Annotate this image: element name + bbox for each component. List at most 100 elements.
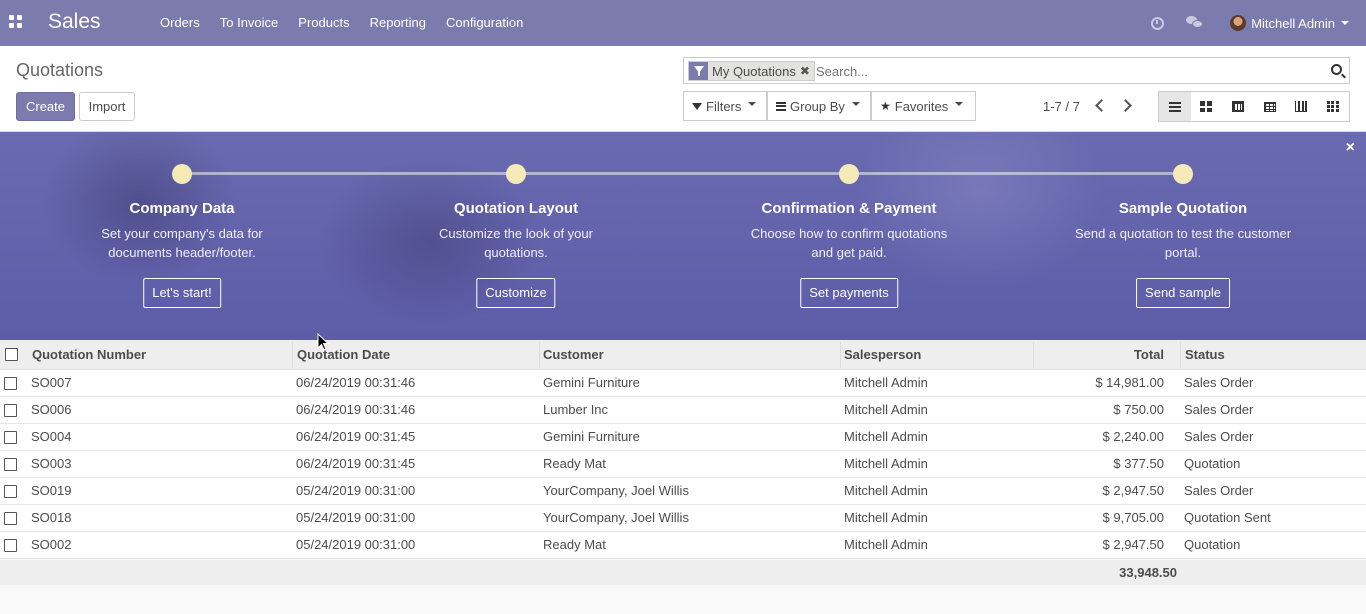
calendar-icon [1231,101,1244,112]
header-total[interactable]: Total [1134,340,1164,370]
header-quotation-number[interactable]: Quotation Number [32,340,146,370]
cell-quotation-number: SO019 [31,483,72,498]
list-view-button[interactable] [1159,92,1191,121]
search-input[interactable] [816,62,1316,80]
header-quotation-date[interactable]: Quotation Date [297,340,390,370]
cell-quotation-date: 06/24/2019 00:31:46 [296,375,416,390]
menu-item-products[interactable]: Products [288,0,359,46]
step-description: Set your company's data for documents he… [101,226,263,260]
cell-salesperson: Mitchell Admin [844,510,928,525]
list-icon [1168,101,1181,112]
filters-button[interactable]: Filters [683,91,767,121]
cell-quotation-date: 06/24/2019 00:31:46 [296,402,416,417]
customize-button[interactable]: Customize [476,278,556,308]
lets-start-button[interactable]: Let's start! [143,278,221,308]
favorites-button[interactable]: ★ Favorites [871,91,976,121]
apps-menu-icon[interactable] [9,15,22,28]
row-checkbox[interactable] [4,404,17,417]
table-row[interactable]: SO006 06/24/2019 00:31:46 Lumber Inc Mitche… [0,397,1366,424]
close-icon[interactable]: × [1346,139,1355,157]
cell-salesperson: Mitchell Admin [844,375,928,390]
filter-icon [692,102,702,110]
cell-total: $ 14,981.00 [1095,375,1164,390]
kanban-view-button[interactable] [1191,92,1223,121]
set-payments-button[interactable]: Set payments [800,278,898,308]
step-title: Sample Quotation [1118,200,1248,217]
cell-status: Quotation [1184,537,1241,552]
cell-status: Sales Order [1184,402,1254,417]
cell-customer: Lumber Inc [543,402,609,417]
step-title: Quotation Layout [453,200,579,217]
import-button[interactable]: Import [79,92,135,121]
chevron-down-icon [748,102,757,106]
column-divider [292,342,293,368]
cell-quotation-number: SO018 [31,510,72,525]
search-facet: My Quotations ✖ [688,61,815,81]
pager-value[interactable]: 1-7 / 7 [1043,99,1080,114]
cell-customer: Gemini Furniture [543,429,640,444]
user-menu[interactable]: Mitchell Admin [1230,15,1349,31]
row-checkbox[interactable] [4,512,17,525]
step-description: Customize the look of your quotations. [439,226,593,260]
cell-salesperson: Mitchell Admin [844,483,928,498]
graph-view-button[interactable] [1285,92,1317,121]
grid-view-button[interactable] [1317,92,1349,121]
pager-next-icon[interactable] [1119,99,1132,112]
page-title: Quotations [16,60,104,80]
pivot-view-button[interactable] [1254,92,1286,121]
chevron-down-icon [955,102,964,106]
header-customer[interactable]: Customer [543,340,604,370]
row-checkbox[interactable] [4,539,17,552]
menu-item-orders[interactable]: Orders [150,0,210,46]
table-row[interactable]: SO003 06/24/2019 00:31:45 Ready Mat Mitchel… [0,451,1366,478]
cell-salesperson: Mitchell Admin [844,429,928,444]
cell-status: Quotation [1184,456,1241,471]
cell-quotation-number: SO006 [31,402,72,417]
filter-icon [689,62,708,80]
app-brand[interactable]: Sales [48,10,101,34]
avatar [1230,15,1247,31]
cell-total: $ 377.50 [1113,456,1164,471]
select-all-checkbox[interactable] [5,348,18,361]
calendar-view-button[interactable] [1222,92,1254,121]
header-salesperson[interactable]: Salesperson [844,340,921,370]
bar-chart-icon [1295,101,1308,112]
table-row[interactable]: SO002 05/24/2019 00:31:00 Ready Mat Mitchel… [0,532,1366,559]
star-icon: ★ [880,99,891,113]
menu-item-to-invoice[interactable]: To Invoice [210,0,289,46]
row-checkbox[interactable] [4,431,17,444]
menu-item-configuration[interactable]: Configuration [436,0,533,46]
create-button[interactable]: Create [16,92,75,121]
step-title: Confirmation & Payment [761,200,937,217]
row-checkbox[interactable] [4,377,17,390]
top-navbar: Sales Orders To Invoice Products Reporti… [0,0,1366,46]
pager-previous-icon[interactable] [1095,99,1108,112]
chat-icon[interactable] [1186,16,1204,30]
menu-item-reporting[interactable]: Reporting [360,0,436,46]
cell-total: $ 2,240.00 [1102,429,1164,444]
grid-icon [1326,101,1339,112]
table-row[interactable]: SO004 06/24/2019 00:31:45 Gemini Furniture… [0,424,1366,451]
header-status[interactable]: Status [1185,340,1225,370]
cell-quotation-number: SO003 [31,456,72,471]
table-row[interactable]: SO007 06/24/2019 00:31:46 Gemini Furniture… [0,370,1366,397]
table-row[interactable]: SO018 05/24/2019 00:31:00 YourCompany, Joe… [0,505,1366,532]
group-by-button[interactable]: Group By [767,91,871,121]
cell-total: $ 2,947.50 [1102,537,1164,552]
row-checkbox[interactable] [4,458,17,471]
send-sample-button[interactable]: Send sample [1136,278,1230,308]
step-description: Send a quotation to test the customer po… [1074,226,1292,260]
cell-total: $ 9,705.00 [1102,510,1164,525]
chevron-down-icon [851,102,860,106]
cell-quotation-number: SO007 [31,375,72,390]
row-checkbox[interactable] [4,485,17,498]
main-menu: Orders To Invoice Products Reporting Con… [150,0,533,46]
cell-salesperson: Mitchell Admin [844,456,928,471]
favorites-label: Favorites [894,98,949,114]
search-icon[interactable] [1331,64,1342,75]
table-row[interactable]: SO019 05/24/2019 00:31:00 YourCompany, Joe… [0,478,1366,505]
column-divider [840,342,841,368]
search-bar: My Quotations ✖ [683,57,1350,84]
activity-clock-icon[interactable] [1151,16,1165,30]
remove-facet-icon[interactable]: ✖ [800,64,814,78]
